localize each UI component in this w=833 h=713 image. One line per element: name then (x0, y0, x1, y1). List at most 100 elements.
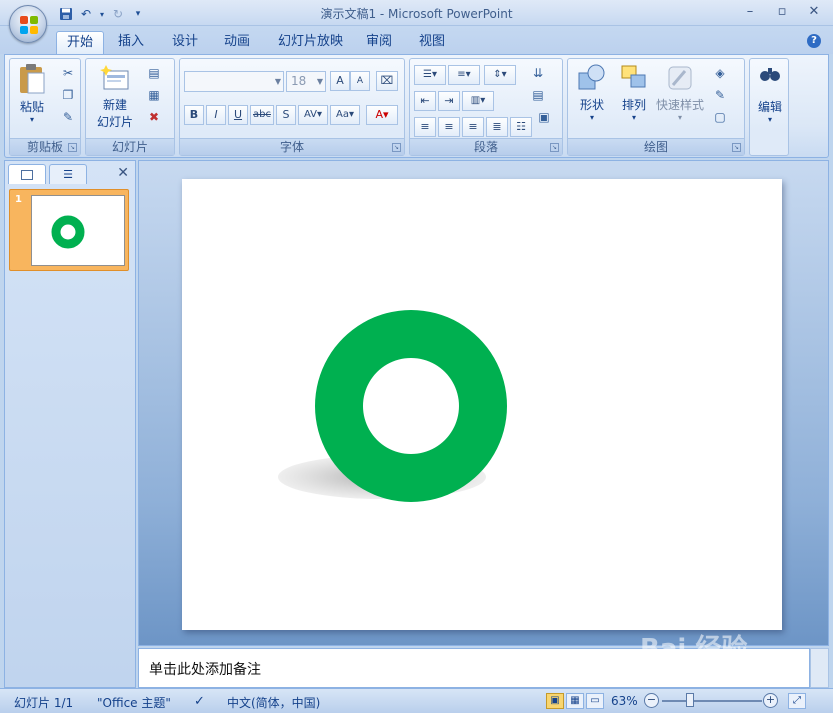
slide-workspace (138, 160, 829, 646)
shadow-icon[interactable]: S (276, 105, 296, 125)
justify-icon[interactable]: ≣ (486, 117, 508, 137)
fit-to-window-icon[interactable]: ⤢ (788, 693, 806, 709)
align-text-icon[interactable]: ▤ (530, 87, 546, 103)
zoom-in-icon[interactable]: + (763, 693, 778, 708)
line-spacing-icon[interactable]: ⇕▾ (484, 65, 516, 85)
numbering-icon[interactable]: ≡▾ (448, 65, 480, 85)
slide-thumbnail[interactable]: 1 (9, 189, 129, 271)
tab-view[interactable]: 视图 (409, 31, 455, 54)
distribute-icon[interactable]: ☷ (510, 117, 532, 137)
shape-effects-icon[interactable]: ▢ (712, 109, 728, 125)
new-slide-label-1: 新建 (102, 98, 127, 112)
dialog-launcher-icon[interactable]: ↘ (392, 143, 401, 152)
layout-icon[interactable]: ▤ (146, 65, 162, 81)
cut-icon[interactable]: ✂ (60, 65, 76, 81)
group-label-font: 字体 (180, 138, 404, 155)
help-icon[interactable]: ? (807, 34, 821, 48)
window-title: 演示文稿1 - Microsoft PowerPoint (320, 7, 513, 21)
paste-label: 粘贴 (19, 100, 44, 114)
group-editing: 编辑 ▾ (749, 58, 789, 156)
office-logo-icon (19, 15, 39, 35)
slide-content (278, 310, 508, 502)
font-size-value: 18 (291, 74, 307, 88)
shapes-icon (572, 63, 612, 96)
new-slide-icon (92, 65, 138, 96)
slides-panel: ☰ ✕ 1 (4, 160, 136, 688)
quick-styles-button[interactable]: 快速样式 ▾ (654, 63, 706, 122)
underline-icon[interactable]: U (228, 105, 248, 125)
font-size-select[interactable]: 18 ▼ (286, 71, 326, 92)
bullets-icon[interactable]: ☰▾ (414, 65, 446, 85)
grow-font-icon[interactable]: A (330, 71, 350, 91)
spell-check-icon[interactable]: ✓ (194, 694, 205, 709)
shapes-button[interactable]: 形状 ▾ (572, 63, 612, 122)
normal-view-icon[interactable]: ▣ (546, 693, 564, 709)
minimize-icon[interactable]: – (741, 3, 759, 21)
ribbon-tabs: 开始 插入 设计 动画 幻灯片放映 审阅 视图 (0, 26, 833, 54)
bold-icon[interactable]: B (184, 105, 204, 125)
dialog-launcher-icon[interactable]: ↘ (550, 143, 559, 152)
theme-name: "Office 主题" (97, 696, 171, 710)
reset-icon[interactable]: ▦ (146, 87, 162, 103)
font-name-select[interactable]: ▼ (184, 71, 284, 92)
tab-slideshow[interactable]: 幻灯片放映 (268, 31, 353, 54)
increase-indent-icon[interactable]: ⇥ (438, 91, 460, 111)
chevron-down-icon: ▾ (29, 115, 34, 124)
slide-canvas[interactable] (182, 179, 782, 630)
editing-label: 编辑 (757, 100, 782, 114)
clear-formatting-icon[interactable]: ⌧ (376, 71, 398, 91)
editing-button[interactable]: 编辑 ▾ (752, 65, 788, 124)
zoom-out-icon[interactable]: − (644, 693, 659, 708)
italic-icon[interactable]: I (206, 105, 226, 125)
window-controls: – ▫ ✕ (741, 3, 823, 21)
smartart-icon[interactable]: ▣ (536, 109, 552, 125)
tab-animations[interactable]: 动画 (214, 31, 260, 54)
columns-icon[interactable]: ▥▾ (462, 91, 494, 111)
slideshow-view-icon[interactable]: ▭ (586, 693, 604, 709)
zoom-slider[interactable] (662, 700, 762, 702)
align-center-icon[interactable]: ≡ (438, 117, 460, 137)
align-right-icon[interactable]: ≡ (462, 117, 484, 137)
shape-fill-icon[interactable]: ◈ (712, 65, 728, 81)
font-color-icon[interactable]: A▾ (366, 105, 398, 125)
align-left-icon[interactable]: ≡ (414, 117, 436, 137)
close-panel-icon[interactable]: ✕ (117, 165, 129, 181)
group-font: ▼ 18 ▼ A A ⌧ B I U abc S AV▾ Aa▾ A▾ 字体 ↘ (179, 58, 405, 156)
close-icon[interactable]: ✕ (805, 3, 823, 21)
tab-design[interactable]: 设计 (162, 31, 208, 54)
maximize-icon[interactable]: ▫ (773, 3, 791, 21)
chevron-down-icon: ▾ (589, 113, 594, 122)
dialog-launcher-icon[interactable]: ↘ (68, 143, 77, 152)
shape-outline-icon[interactable]: ✎ (712, 87, 728, 103)
dialog-launcher-icon[interactable]: ↘ (732, 143, 741, 152)
outline-tab[interactable]: ☰ (49, 164, 87, 184)
character-spacing-icon[interactable]: AV▾ (298, 105, 328, 125)
arrange-button[interactable]: 排列 ▾ (614, 63, 654, 122)
language-indicator: 中文(简体，中国) (227, 696, 321, 710)
notes-scrollbar[interactable] (810, 648, 829, 688)
strikethrough-icon[interactable]: abc (250, 105, 274, 125)
slide-sorter-icon[interactable]: ▦ (566, 693, 584, 709)
group-label-slides: 幻灯片 (86, 138, 174, 155)
tab-home[interactable]: 开始 (56, 31, 105, 54)
tab-insert[interactable]: 插入 (108, 31, 154, 54)
decrease-indent-icon[interactable]: ⇤ (414, 91, 436, 111)
shrink-font-icon[interactable]: A (350, 71, 370, 91)
new-slide-button[interactable]: 新建 幻灯片 (92, 65, 138, 130)
slides-tab[interactable] (8, 164, 46, 184)
copy-icon[interactable]: ❐ (60, 87, 76, 103)
group-drawing: 形状 ▾ 排列 ▾ 快速样式 ▾ ◈ ✎ ▢ 绘图 ↘ (567, 58, 745, 156)
office-button[interactable] (9, 5, 47, 43)
new-slide-label-2: 幻灯片 (96, 115, 133, 129)
zoom-level[interactable]: 63% (611, 694, 638, 708)
slide-counter: 幻灯片 1/1 (14, 696, 74, 710)
change-case-icon[interactable]: Aa▾ (330, 105, 360, 125)
paste-button[interactable]: 粘贴 ▾ (14, 63, 50, 124)
format-painter-icon[interactable]: ✎ (60, 109, 76, 125)
text-direction-icon[interactable]: ⇊ (530, 65, 546, 81)
tab-review[interactable]: 审阅 (356, 31, 402, 54)
zoom-slider-thumb[interactable] (686, 693, 694, 707)
slide-tab-icon (21, 169, 33, 180)
delete-slide-icon[interactable]: ✖ (146, 109, 162, 125)
group-clipboard: 粘贴 ▾ ✂ ❐ ✎ 剪贴板 ↘ (9, 58, 81, 156)
